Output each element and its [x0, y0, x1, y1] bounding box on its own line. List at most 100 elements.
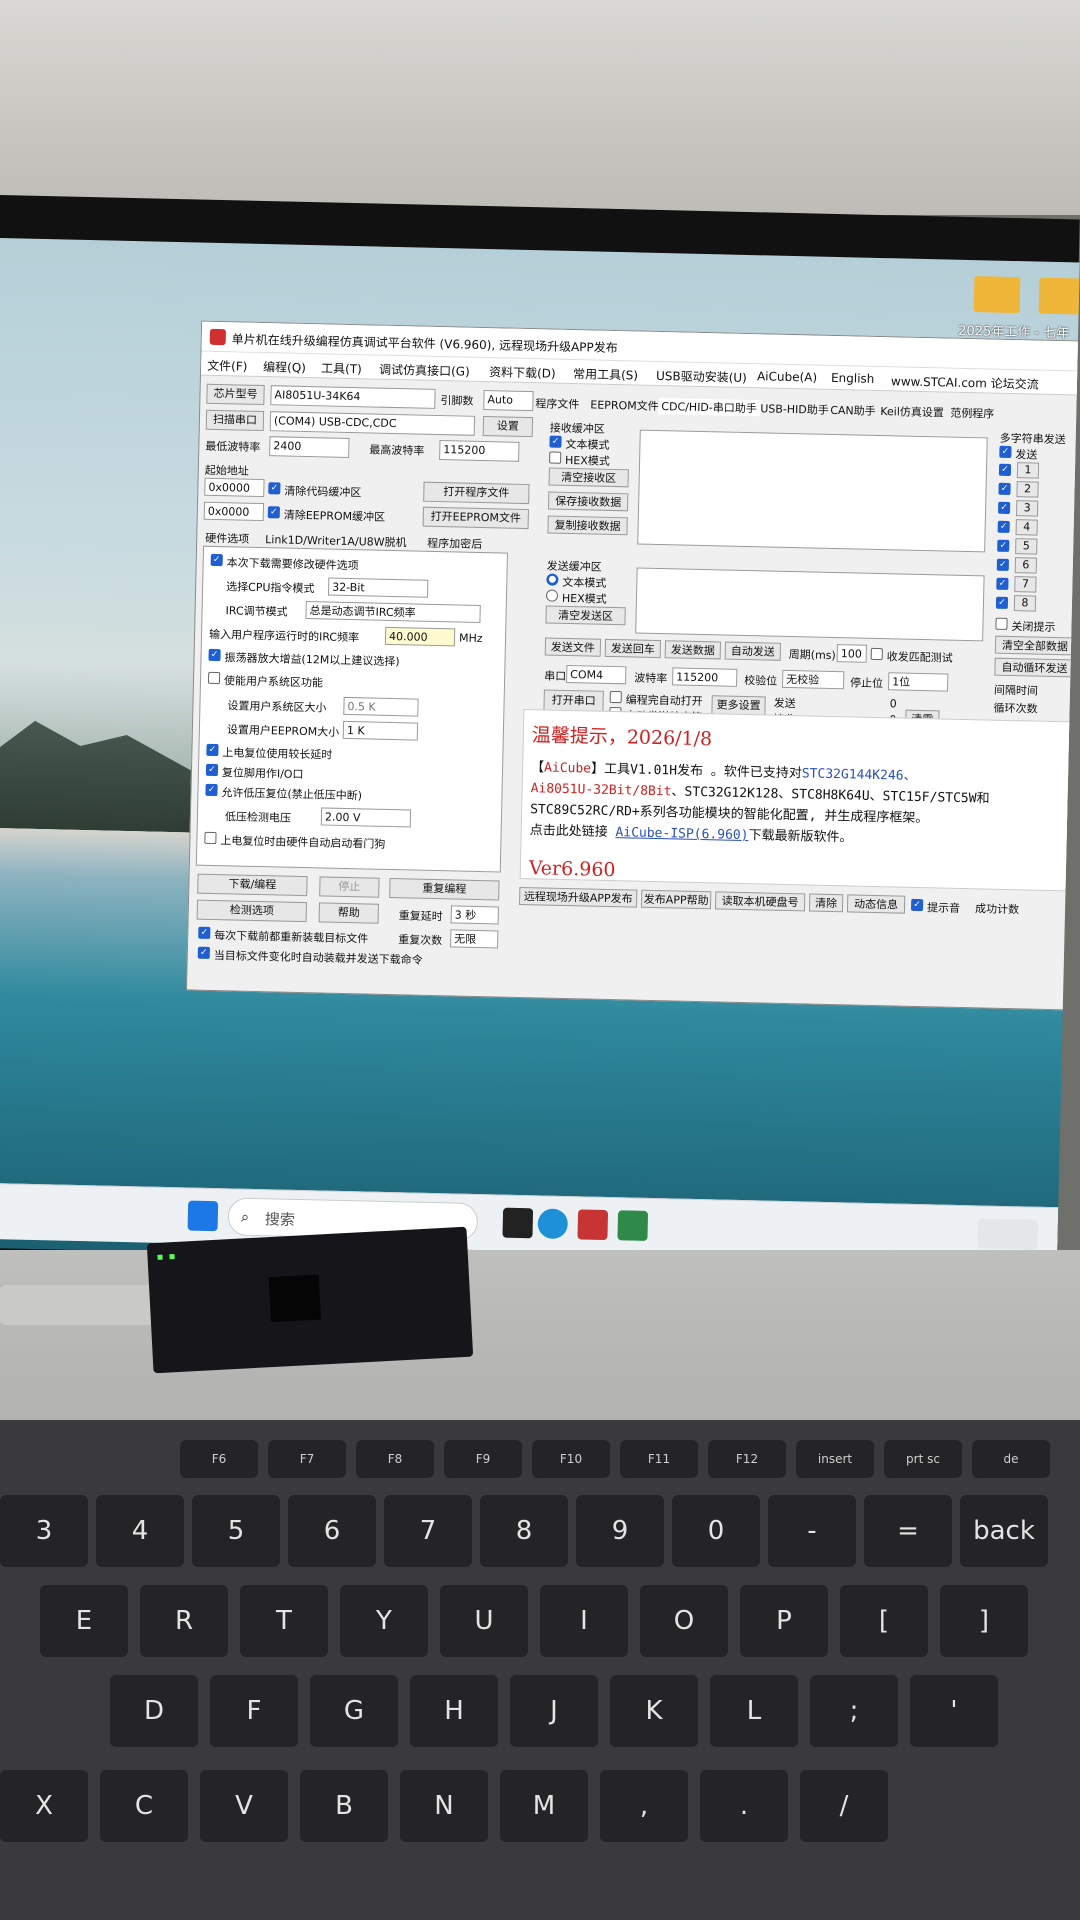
send-data-button[interactable]: 发送数据 [664, 640, 722, 660]
rx-text-mode-checkbox[interactable]: ✓ [549, 435, 562, 448]
lvd-select[interactable]: 2.00 V [320, 807, 412, 828]
send-enter-button[interactable]: 发送回车 [604, 638, 662, 659]
multi-send-checkbox[interactable]: ✓ [999, 445, 1012, 458]
menu-file[interactable]: 文件(F) [207, 357, 248, 375]
multi-row-checkbox[interactable]: ✓ [997, 520, 1010, 533]
clear-info-button[interactable]: 清除 [808, 893, 844, 913]
osc-gain-checkbox[interactable]: ✓ [208, 648, 221, 662]
irc-freq-input[interactable]: 40.000 [384, 626, 456, 647]
tab-usb-hid[interactable]: USB-HID助手 [760, 400, 829, 418]
chip-model-button[interactable]: 芯片型号 [206, 383, 265, 406]
clear-all-button[interactable]: 清空全部数据 [994, 635, 1076, 656]
send-file-button[interactable]: 发送文件 [544, 637, 602, 657]
baud-rate-select[interactable]: 115200 [672, 667, 738, 687]
menu-english[interactable]: English [831, 371, 875, 386]
tx-text-mode-radio[interactable]: ● [546, 573, 559, 586]
app-help-button[interactable]: 发布APP帮助 [640, 889, 712, 910]
period-input[interactable]: 100 [836, 644, 867, 663]
multi-row-send-button[interactable]: 1 [1016, 462, 1040, 479]
menu-website[interactable]: www.STCAI.com 论坛交流 [891, 372, 1039, 392]
code-address-input[interactable]: 0x0000 [204, 477, 265, 498]
min-baud-select[interactable]: 2400 [269, 436, 350, 458]
auto-loop-button[interactable]: 自动循环发送 [994, 657, 1075, 678]
app-icon-1[interactable] [502, 1207, 534, 1239]
stop-bits-select[interactable]: 1位 [887, 672, 949, 692]
menu-tools[interactable]: 工具(T) [321, 359, 362, 377]
max-baud-select[interactable]: 115200 [439, 440, 520, 462]
multi-row-checkbox[interactable]: ✓ [998, 482, 1011, 495]
sys-size-select[interactable]: 0.5 K [343, 696, 419, 717]
aicube-link[interactable]: AiCube [544, 760, 591, 776]
multi-row-send-button[interactable]: 8 [1013, 595, 1037, 612]
parity-select[interactable]: 无校验 [781, 669, 845, 690]
tab-keil[interactable]: Keil仿真设置 [880, 403, 944, 420]
tab-hardware[interactable]: 硬件选项 [205, 530, 249, 547]
serial-port-select[interactable]: COM4 [566, 664, 627, 685]
tx-buffer-area[interactable] [635, 567, 985, 642]
multi-row-send-button[interactable]: 3 [1015, 500, 1039, 517]
repeat-delay-select[interactable]: 3 秒 [450, 905, 499, 925]
chip-model-select[interactable]: AI8051U-34K64 [270, 385, 436, 409]
reload-options-checkbox[interactable]: ✓ [210, 553, 223, 567]
clear-tx-button[interactable]: 清空发送区 [545, 605, 626, 626]
multi-row-send-button[interactable]: 2 [1016, 481, 1039, 498]
app-icon-2[interactable] [617, 1210, 649, 1241]
com-port-select[interactable]: (COM4) USB-CDC,CDC [269, 411, 476, 436]
repeat-program-button[interactable]: 重复编程 [389, 878, 500, 901]
beep-checkbox[interactable]: ✓ [910, 898, 924, 912]
check-options-button[interactable]: 检测选项 [196, 899, 308, 923]
multi-row-send-button[interactable]: 6 [1014, 557, 1038, 574]
menu-debug[interactable]: 调试仿真接口(G) [379, 361, 470, 380]
folder-icon-2[interactable] [1038, 277, 1080, 315]
isp-download-link[interactable]: AiCube-ISP(6.960) [615, 825, 748, 843]
pin-count-select[interactable]: Auto [483, 390, 534, 412]
rx-hex-mode-checkbox[interactable] [549, 451, 562, 464]
rx-buffer-area[interactable] [637, 429, 988, 553]
scan-port-button[interactable]: 扫描串口 [205, 409, 265, 432]
auto-open-checkbox[interactable] [609, 690, 622, 704]
help-button[interactable]: 帮助 [318, 902, 379, 924]
auto-load-checkbox[interactable]: ✓ [197, 946, 210, 959]
folder-icon[interactable] [973, 276, 1021, 314]
stop-button[interactable]: 停止 [319, 876, 380, 898]
clear-code-checkbox[interactable]: ✓ [268, 482, 281, 495]
multi-row-checkbox[interactable]: ✓ [996, 558, 1009, 571]
user-sys-area-checkbox[interactable] [207, 671, 221, 685]
multi-row-checkbox[interactable]: ✓ [998, 501, 1011, 514]
tab-serial-assistant[interactable]: CDC/HID-串口助手 [658, 397, 761, 417]
multi-row-checkbox[interactable]: ✓ [995, 596, 1009, 609]
tab-eeprom-file[interactable]: EEPROM文件 [590, 396, 659, 414]
menu-common-tools[interactable]: 常用工具(S) [573, 365, 638, 383]
multi-row-send-button[interactable]: 7 [1014, 576, 1037, 593]
tab-examples[interactable]: 范例程序 [950, 405, 994, 422]
cpu-mode-select[interactable]: 32-Bit [327, 577, 429, 598]
download-button[interactable]: 下载/编程 [197, 873, 308, 897]
match-test-checkbox[interactable] [870, 647, 883, 661]
system-tray[interactable] [977, 1218, 1038, 1250]
read-disk-button[interactable]: 读取本机硬盘号 [714, 891, 806, 912]
settings-button[interactable]: 设置 [482, 416, 534, 438]
close-tip-checkbox[interactable] [995, 617, 1008, 630]
menu-usb-driver[interactable]: USB驱动安装(U) [656, 367, 747, 386]
multi-row-checkbox[interactable]: ✓ [997, 539, 1010, 552]
save-rx-button[interactable]: 保存接收数据 [547, 491, 629, 512]
dynamic-info-button[interactable]: 动态信息 [846, 894, 906, 914]
tab-encrypt[interactable]: 程序加密后 [427, 535, 482, 552]
eeprom-address-input[interactable]: 0x0000 [203, 501, 265, 522]
power-reset-checkbox[interactable]: ✓ [206, 743, 219, 757]
auto-send-button[interactable]: 自动发送 [724, 641, 782, 661]
multi-row-checkbox[interactable]: ✓ [998, 463, 1012, 476]
remote-upgrade-button[interactable]: 远程现场升级APP发布 [519, 886, 638, 908]
multi-row-send-button[interactable]: 4 [1015, 519, 1038, 536]
reload-each-checkbox[interactable]: ✓ [198, 926, 211, 939]
clear-rx-button[interactable]: 清空接收区 [548, 467, 629, 488]
copy-rx-button[interactable]: 复制接收数据 [547, 515, 628, 536]
open-eeprom-button[interactable]: 打开EEPROM文件 [422, 506, 529, 530]
repeat-count-select[interactable]: 无限 [450, 929, 499, 949]
tx-hex-mode-radio[interactable] [545, 589, 559, 602]
multi-row-checkbox[interactable]: ✓ [996, 577, 1009, 590]
open-program-button[interactable]: 打开程序文件 [423, 481, 530, 505]
menu-aicube[interactable]: AiCube(A) [757, 369, 817, 384]
reset-io-checkbox[interactable]: ✓ [205, 763, 219, 777]
edge-icon[interactable] [537, 1208, 569, 1240]
